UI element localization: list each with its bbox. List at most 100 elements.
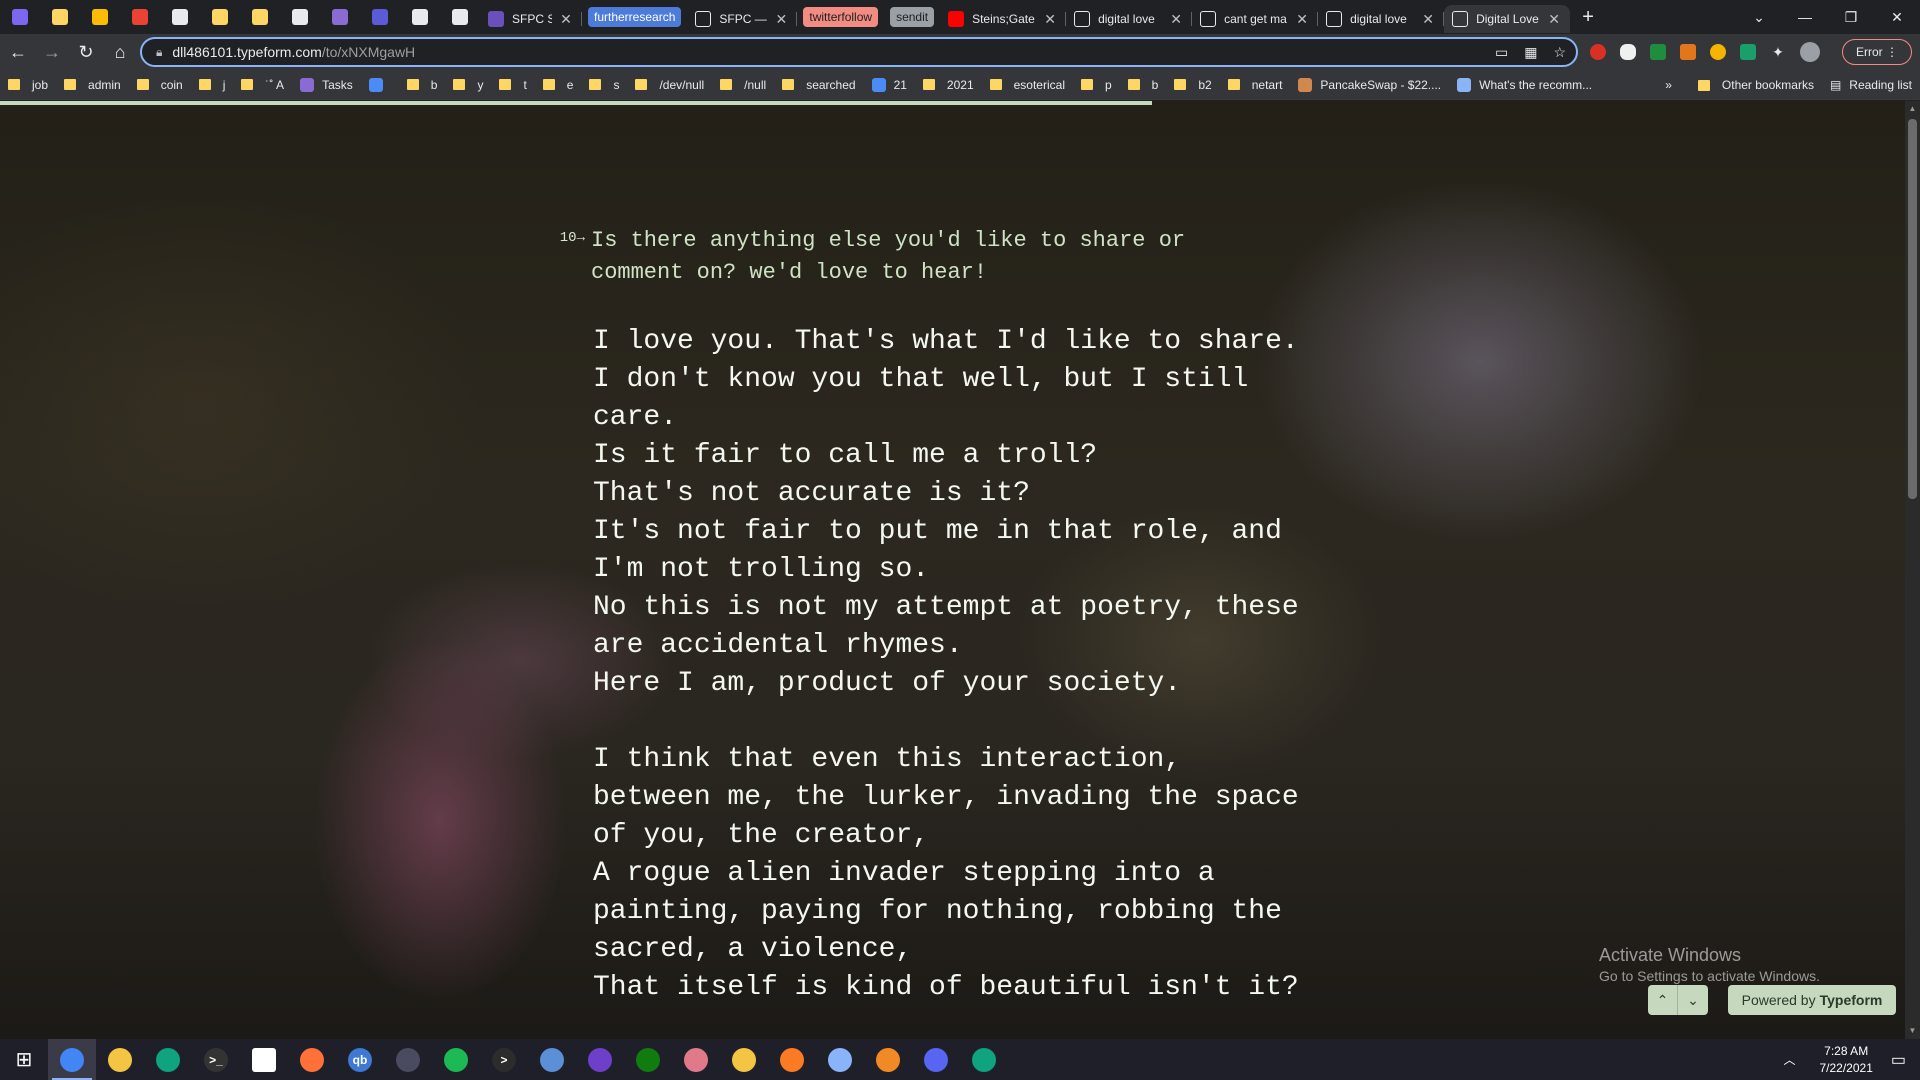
taskbar-app[interactable] [672, 1039, 720, 1080]
bookmark-folder[interactable]: e [535, 71, 582, 99]
close-window-button[interactable]: ✕ [1874, 0, 1920, 34]
badge-extension-icon[interactable] [1650, 44, 1666, 60]
taskbar-app[interactable] [528, 1039, 576, 1080]
page-scrollbar[interactable]: ▲ ▼ [1905, 101, 1920, 1039]
bookmark-folder[interactable]: y [445, 71, 491, 99]
close-tab-icon[interactable]: ✕ [1042, 11, 1058, 28]
pinned-tab[interactable] [280, 0, 320, 34]
browser-tab[interactable]: Digital Love ✕ [1444, 5, 1571, 33]
taskbar-app[interactable]: ⊞ [0, 1039, 48, 1080]
bookmark-item[interactable]: What's the recomm... [1449, 71, 1600, 99]
pinned-tab[interactable] [80, 0, 120, 34]
taskbar-app[interactable] [96, 1039, 144, 1080]
browser-tab[interactable]: digital love ✕ [1066, 5, 1193, 33]
pinned-tab[interactable] [400, 0, 440, 34]
taskbar-app[interactable] [624, 1039, 672, 1080]
restore-button[interactable]: ❐ [1828, 0, 1874, 34]
taskbar-app[interactable] [240, 1039, 288, 1080]
forward-button[interactable]: → [36, 36, 68, 68]
taskbar-app[interactable] [912, 1039, 960, 1080]
bookmark-folder[interactable]: /dev/null [627, 71, 712, 99]
cast-icon[interactable]: ▭ [1495, 44, 1508, 61]
new-tab-button[interactable]: + [1570, 0, 1606, 34]
reading-list-button[interactable]: ▤ Reading list [1822, 71, 1920, 99]
scrollbar-thumb[interactable] [1908, 119, 1917, 499]
bookmark-item[interactable]: PancakeSwap - $22.... [1290, 71, 1449, 99]
close-tab-icon[interactable]: ✕ [773, 11, 789, 28]
pinned-tab[interactable] [0, 0, 40, 34]
pinned-tab[interactable] [120, 0, 160, 34]
close-tab-icon[interactable]: ✕ [1420, 11, 1436, 28]
taskbar-app[interactable] [144, 1039, 192, 1080]
taskbar-app[interactable] [48, 1039, 96, 1080]
extension-icon[interactable] [1620, 44, 1636, 60]
browser-tab[interactable]: Steins;Gate ✕ [940, 5, 1067, 33]
taskbar-app[interactable] [576, 1039, 624, 1080]
pinned-tab[interactable] [360, 0, 400, 34]
bookmark-folder[interactable]: b2 [1166, 71, 1219, 99]
s-extension-icon[interactable] [1740, 44, 1756, 60]
taskbar-app[interactable]: > [480, 1039, 528, 1080]
error-button[interactable]: Error ⋮ [1842, 39, 1912, 65]
honey-icon[interactable] [1710, 44, 1726, 60]
bookmark-folder[interactable]: p [1073, 71, 1120, 99]
taskbar-app[interactable]: >_ [192, 1039, 240, 1080]
close-tab-icon[interactable]: ✕ [1168, 11, 1184, 28]
back-button[interactable]: ← [2, 36, 34, 68]
home-button[interactable]: ⌂ [104, 36, 136, 68]
taskbar-app[interactable] [384, 1039, 432, 1080]
tab-group-chip[interactable]: furtherresearch [588, 7, 682, 27]
taskbar-app[interactable] [768, 1039, 816, 1080]
close-tab-icon[interactable]: ✕ [1546, 11, 1562, 28]
next-question-button[interactable]: ⌄ [1678, 985, 1708, 1015]
pinned-tab[interactable] [320, 0, 360, 34]
ublock-icon[interactable] [1590, 44, 1606, 60]
address-bar[interactable]: 🔒︎ dll486101.typeform.com/to/xNXMgawH ▭ … [140, 37, 1578, 67]
notification-icon[interactable]: ▭ [1891, 1050, 1906, 1070]
pinned-tab[interactable] [40, 0, 80, 34]
browser-tab[interactable]: SFPC Summ ✕ [480, 5, 582, 33]
bookmark-folder[interactable]: b [1120, 71, 1167, 99]
bookmark-folder[interactable]: t [491, 71, 534, 99]
close-tab-icon[interactable]: ✕ [1294, 11, 1310, 28]
bookmark-folder[interactable]: j [191, 71, 234, 99]
bookmark-folder[interactable]: job [0, 71, 56, 99]
bookmark-folder[interactable]: b [399, 71, 446, 99]
browser-tab[interactable]: cant get ma ✕ [1192, 5, 1319, 33]
bookmark-folder[interactable]: 2021 [915, 71, 982, 99]
taskbar-app[interactable] [720, 1039, 768, 1080]
taskbar-app[interactable] [288, 1039, 336, 1080]
powered-by-typeform-link[interactable]: Powered by Typeform [1728, 985, 1896, 1015]
bookmark-star-icon[interactable]: ☆ [1553, 44, 1566, 61]
bookmark-item[interactable] [361, 71, 399, 99]
taskbar-app[interactable] [960, 1039, 1008, 1080]
bookmark-folder[interactable]: esoterical [982, 71, 1073, 99]
taskbar-app[interactable]: qb [336, 1039, 384, 1080]
bookmarks-overflow-button[interactable]: » [1657, 71, 1680, 99]
pinned-tab[interactable] [160, 0, 200, 34]
bookmark-folder[interactable]: s [581, 71, 627, 99]
qr-code-icon[interactable]: ▦ [1524, 44, 1537, 61]
bookmark-folder[interactable]: coin [129, 71, 191, 99]
browser-tab[interactable]: SFPC — CO ✕ [687, 5, 798, 33]
profile-avatar[interactable] [1800, 42, 1820, 62]
pinned-tab[interactable] [440, 0, 480, 34]
taskbar-app[interactable] [432, 1039, 480, 1080]
bookmark-item[interactable]: 21 [864, 71, 915, 99]
metamask-icon[interactable] [1680, 44, 1696, 60]
previous-question-button[interactable]: ⌃ [1648, 985, 1678, 1015]
bookmark-item[interactable]: Tasks [292, 71, 361, 99]
minimize-button[interactable]: — [1782, 0, 1828, 34]
tab-search-button[interactable]: ⌄ [1736, 0, 1782, 34]
close-tab-icon[interactable]: ✕ [558, 11, 574, 28]
other-bookmarks-folder[interactable]: Other bookmarks [1690, 71, 1822, 99]
pinned-tab[interactable] [200, 0, 240, 34]
bookmark-folder[interactable]: admin [56, 71, 129, 99]
taskbar-app[interactable] [816, 1039, 864, 1080]
tab-group-chip[interactable]: sendit [890, 7, 935, 27]
pinned-tab[interactable] [240, 0, 280, 34]
scroll-down-arrow[interactable]: ▼ [1905, 1023, 1920, 1039]
bookmark-folder[interactable]: netart [1220, 71, 1291, 99]
bookmark-folder[interactable]: searched [774, 71, 863, 99]
tab-group-chip[interactable]: twitterfollow [803, 7, 879, 27]
